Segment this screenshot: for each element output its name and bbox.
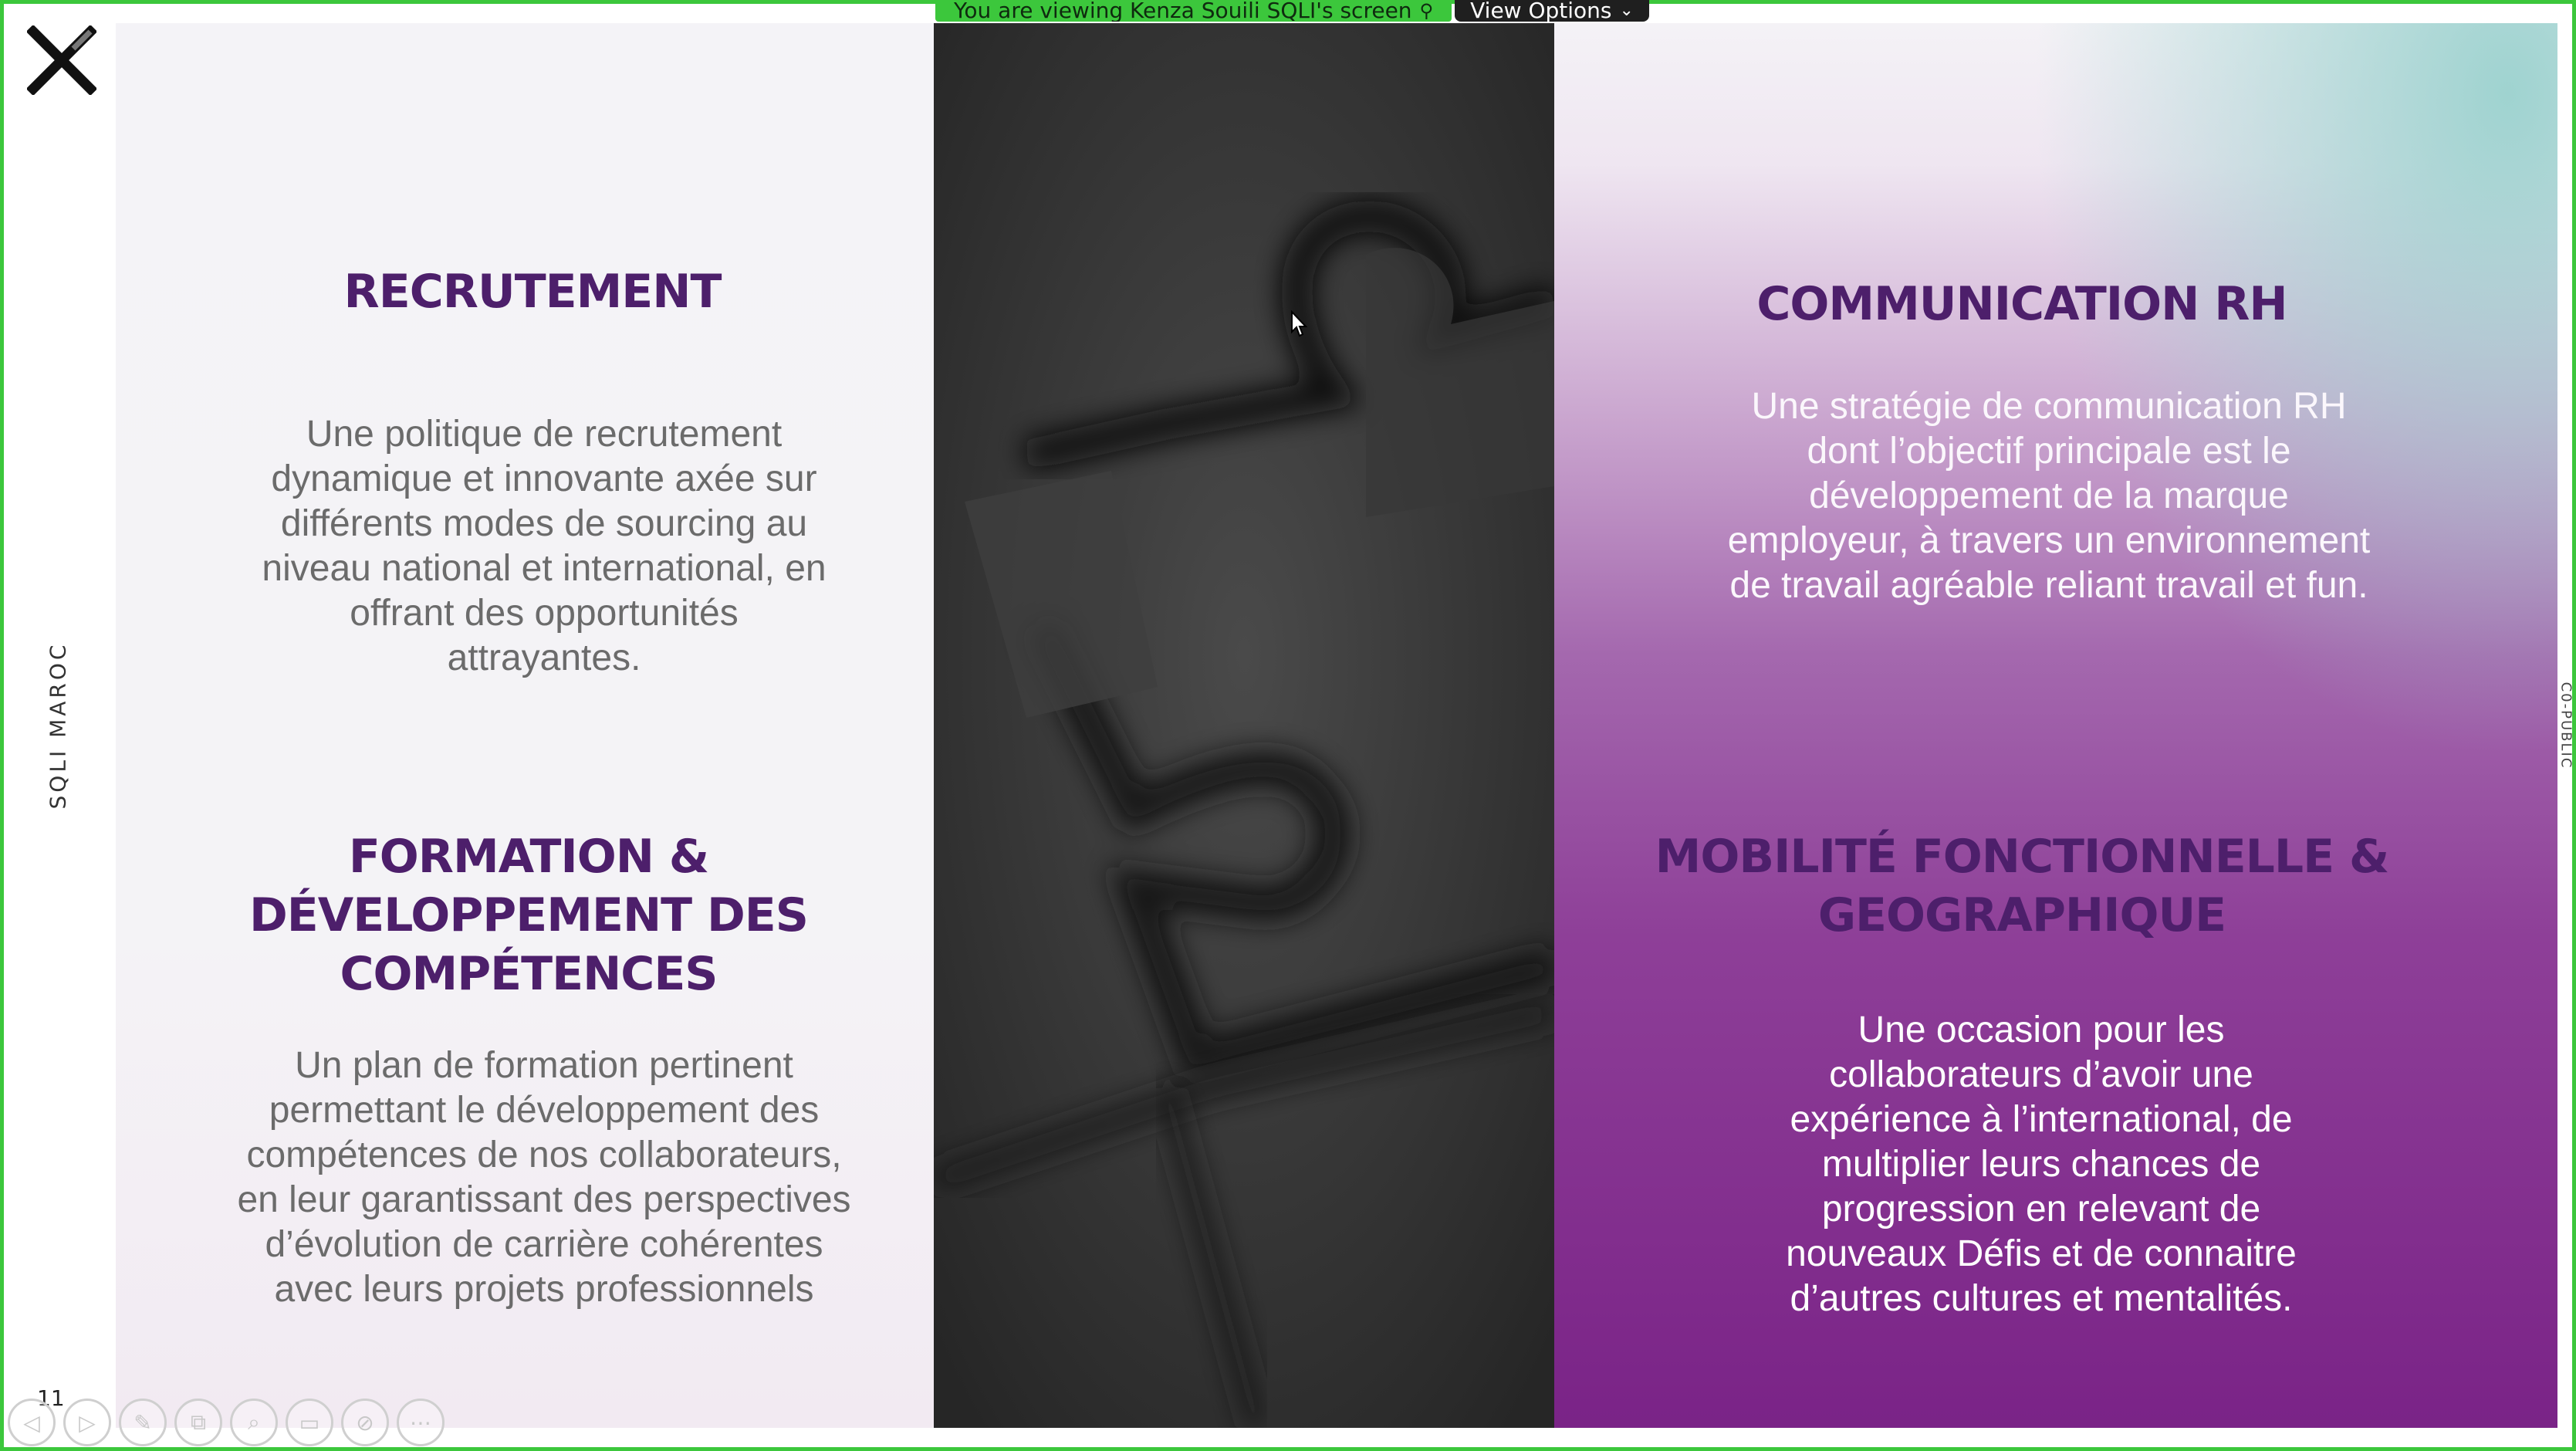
text-line: différents modes de sourcing au [280,503,808,544]
title-line: GEOGRAPHIQUE [1817,888,2226,942]
see-all-slides-button[interactable]: ⧉ [174,1399,222,1446]
text-line: collaborateurs d’avoir une [1829,1054,2253,1095]
pen-button[interactable]: ✎ [119,1399,167,1446]
text-line: permettant le développement des [269,1090,820,1131]
pin-icon[interactable]: ⚲ [1420,0,1434,22]
title-line: COMPÉTENCES [340,947,718,1001]
classification-label: C0-PUBLIC [2557,682,2574,769]
communication-title: COMMUNICATION RH [1756,277,2287,331]
text-line: Une stratégie de communication RH [1751,386,2347,427]
previous-slide-button[interactable]: ◁ [8,1399,56,1446]
subtitles-button[interactable]: ▭ [286,1399,333,1446]
share-status-text: You are viewing Kenza Souili SQLI's scre… [954,0,1412,22]
puzzle-pieces-image [934,23,1554,1428]
presenter-toolbar: ◁ ▷ ✎ ⧉ ⌕ ▭ ⊘ ⋯ [8,1399,445,1446]
text-line: nouveaux Défis et de connaitre [1786,1233,2297,1274]
camera-off-icon: ⊘ [356,1409,374,1436]
next-icon: ▷ [79,1409,96,1436]
title-line: FORMATION & [348,830,709,884]
text-line: compétences de nos collaborateurs, [246,1135,842,1175]
text-line: employeur, à travers un environnement [1727,520,2371,561]
text-line: Un plan de formation pertinent [295,1045,793,1086]
communication-text: Une stratégie de communication RH dont l… [1574,384,2524,608]
text-line: Une occasion pour les [1858,1010,2225,1050]
more-options-button[interactable]: ⋯ [397,1399,445,1446]
screen-share-banner: You are viewing Kenza Souili SQLI's scre… [935,0,1649,22]
text-line: en leur garantissant des perspectives [237,1179,851,1220]
share-status: You are viewing Kenza Souili SQLI's scre… [935,0,1452,22]
slides-icon: ⧉ [191,1409,206,1435]
text-line: d’autres cultures et mentalités. [1790,1278,2293,1319]
title-line: MOBILITÉ FONCTIONNELLE & [1655,830,2390,884]
chevron-down-icon: ⌄ [1619,1,1634,20]
text-line: dont l’objectif principale est le [1807,431,2291,472]
company-side-label: SQLI MAROC [45,641,71,810]
text-line: avec leurs projets professionnels [274,1269,814,1310]
text-line: niveau national et international, en [262,548,827,589]
title-line: DÉVELOPPEMENT DES [249,888,809,942]
pen-icon: ✎ [134,1409,152,1436]
formation-text: Un plan de formation pertinent permettan… [147,1043,941,1312]
text-line: expérience à l’international, de [1790,1099,2293,1140]
recrutement-text: Une politique de recrutement dynamique e… [166,412,922,681]
text-line: d’évolution de carrière cohérentes [265,1224,823,1265]
zoom-icon: ⌕ [248,1409,260,1435]
puzzle-photo [934,23,1554,1428]
view-options-button[interactable]: View Options ⌄ [1455,0,1649,22]
mouse-cursor-icon [1291,310,1308,337]
view-options-label: View Options [1470,0,1612,23]
text-line: attrayantes. [447,638,641,678]
text-line: dynamique et innovante axée sur [271,458,817,499]
text-line: développement de la marque [1809,475,2289,516]
zoom-button[interactable]: ⌕ [230,1399,278,1446]
next-slide-button[interactable]: ▷ [63,1399,111,1446]
text-line: offrant des opportunités [350,593,739,634]
text-line: multiplier leurs chances de [1821,1144,2261,1185]
previous-icon: ◁ [23,1409,40,1436]
more-icon: ⋯ [410,1409,431,1436]
recrutement-title: RECRUTEMENT [343,265,722,319]
text-line: de travail agréable reliant travail et f… [1729,565,2368,606]
mobilite-title: MOBILITÉ FONCTIONNELLE & GEOGRAPHIQUE [1590,827,2454,945]
camera-toggle-button[interactable]: ⊘ [341,1399,389,1446]
text-line: Une politique de recrutement [306,414,783,455]
text-line: progression en relevant de [1821,1189,2261,1229]
subtitles-icon: ▭ [299,1409,320,1436]
close-icon[interactable] [27,25,96,95]
formation-title: FORMATION & DÉVELOPPEMENT DES COMPÉTENCE… [116,827,941,1003]
mobilite-text: Une occasion pour les collaborateurs d’a… [1597,1008,2485,1321]
